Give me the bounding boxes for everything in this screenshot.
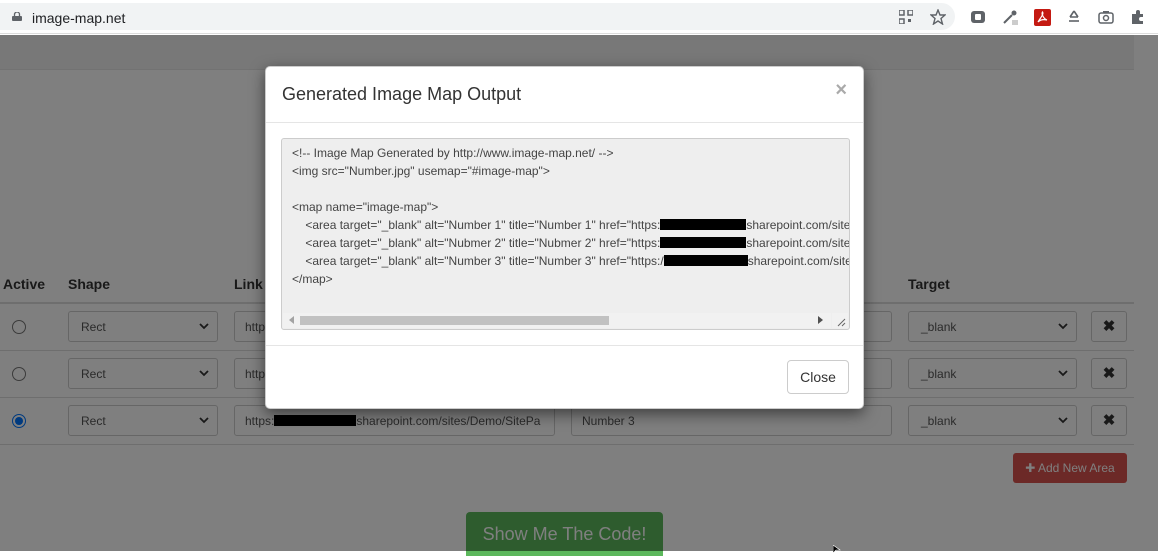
qr-code-icon[interactable] <box>897 8 915 26</box>
scroll-left-icon[interactable] <box>289 316 294 324</box>
pdf-icon[interactable] <box>1033 8 1051 26</box>
star-icon[interactable] <box>929 8 947 26</box>
modal-footer-divider <box>266 345 863 346</box>
code-output-textarea[interactable]: <!-- Image Map Generated by http://www.i… <box>281 138 850 330</box>
code-line: <img src="Number.jpg" usemap="#image-map… <box>292 164 550 178</box>
browser-toolbar: image-map.net <box>0 0 1158 34</box>
code-line: <map name="image-map"> <box>292 200 439 214</box>
resize-handle-icon[interactable] <box>832 313 848 328</box>
close-icon[interactable]: × <box>835 80 847 100</box>
url-text[interactable]: image-map.net <box>32 10 125 26</box>
modal-title: Generated Image Map Output <box>282 84 522 104</box>
modal-header: Generated Image Map Output × <box>266 67 863 123</box>
lock-icon[interactable] <box>12 12 22 21</box>
close-button[interactable]: Close <box>787 360 849 394</box>
code-line: <area target="_blank" alt="Nubmer 2" tit… <box>292 236 850 250</box>
scroll-right-icon[interactable] <box>818 316 823 324</box>
redacted-block <box>660 219 747 230</box>
redacted-block <box>663 255 748 266</box>
code-line: <area target="_blank" alt="Number 1" tit… <box>292 218 850 232</box>
recycle-icon[interactable] <box>1065 8 1083 26</box>
output-modal: Generated Image Map Output × <!-- Image … <box>265 66 864 409</box>
code-line: </map> <box>292 272 333 286</box>
horizontal-scrollbar[interactable] <box>283 313 831 328</box>
mouse-cursor-icon <box>833 545 841 553</box>
camera-icon[interactable] <box>1097 8 1115 26</box>
extension-icon[interactable] <box>969 8 987 26</box>
code-line: <!-- Image Map Generated by http://www.i… <box>292 146 614 160</box>
address-bar[interactable]: image-map.net <box>0 3 955 30</box>
redacted-block <box>660 237 747 248</box>
scrollbar-thumb[interactable] <box>300 316 609 325</box>
eyedropper-icon[interactable] <box>1001 8 1019 26</box>
code-line: <area target="_blank" alt="Number 3" tit… <box>292 254 850 268</box>
puzzle-icon[interactable] <box>1129 8 1147 26</box>
